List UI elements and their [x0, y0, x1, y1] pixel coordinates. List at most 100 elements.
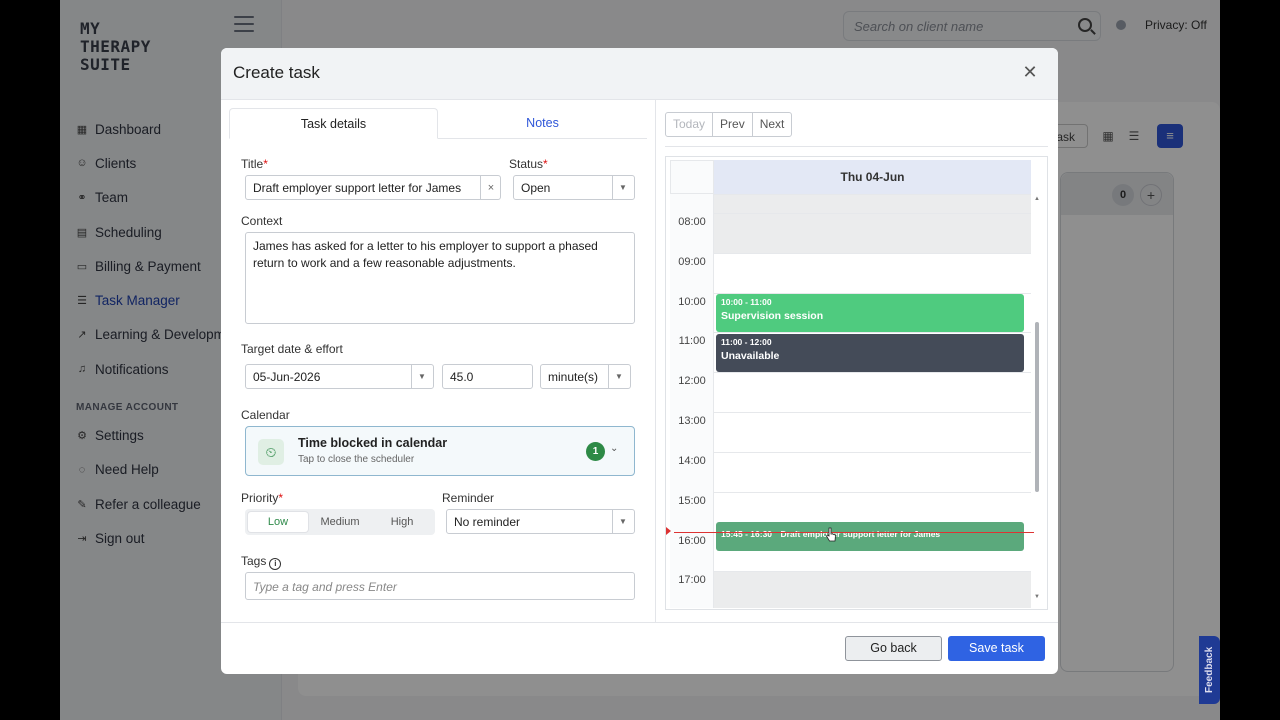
event-time: 10:00 - 11:00 [721, 297, 772, 307]
event-time: 15:45 - 16:30 [721, 529, 773, 539]
modal-title: Create task [233, 63, 320, 82]
event-name: Supervision session [721, 310, 824, 322]
context-label: Context [241, 214, 283, 228]
time-grid[interactable]: 08:00 09:00 10:00 11:00 12:00 13:00 14:0… [670, 194, 1034, 608]
scroll-down-icon[interactable]: ▼ [1034, 594, 1040, 600]
tags-label: Tags i [241, 554, 282, 570]
tags-label-text: Tags [241, 554, 267, 568]
scroll-up-icon[interactable]: ▲ [1034, 196, 1040, 202]
priority-segmented: Low Medium High [245, 509, 435, 535]
modal-tabs: Task details Notes [229, 108, 647, 139]
priority-label: Priority* [241, 491, 283, 505]
feedback-tab[interactable]: Feedback [1199, 636, 1220, 704]
required-marker: * [543, 157, 548, 171]
target-label: Target date & effort [241, 342, 343, 356]
time-slot[interactable] [714, 194, 1031, 213]
time-slot[interactable] [714, 412, 1031, 452]
calendar-scrollbar[interactable]: ▲ ▼ [1033, 194, 1041, 604]
status-select[interactable]: Open ▼ [513, 175, 635, 200]
modal-header: Create task ✕ [221, 48, 1058, 100]
chevron-down-icon: ▼ [418, 372, 426, 381]
reminder-label: Reminder [442, 491, 495, 505]
current-time-line [674, 532, 1034, 533]
chevron-down-icon: ▼ [619, 183, 627, 192]
title-label-text: Title [241, 157, 264, 171]
divider [665, 146, 1048, 147]
modal-footer: Go back Save task [221, 622, 1058, 674]
day-calendar: Thu 04-Jun 08:00 09:00 10:00 11:00 12:00… [665, 156, 1048, 610]
time-label: 17:00 [678, 574, 706, 586]
tags-input[interactable]: Type a tag and press Enter [245, 572, 635, 600]
calendar-clock-icon: ⏲ [258, 439, 284, 465]
priority-high[interactable]: High [372, 512, 432, 532]
time-label: 15:00 [678, 495, 706, 507]
scheduler-pane: Today Prev Next Thu 04-Jun 08:00 09:00 1… [656, 100, 1058, 622]
required-marker: * [263, 157, 268, 171]
chevron-down-icon: ▼ [615, 372, 623, 381]
required-marker: * [278, 491, 284, 505]
effort-unit-select[interactable]: minute(s) ▼ [540, 364, 631, 389]
target-date-picker[interactable]: 05-Jun-2026 ▼ [245, 364, 434, 389]
save-task-button[interactable]: Save task [948, 636, 1045, 661]
clear-icon[interactable]: × [480, 176, 502, 199]
time-label: 10:00 [678, 296, 706, 308]
calendar-event[interactable]: 10:00 - 11:00 Supervision session [716, 294, 1024, 332]
event-name: Draft employer support letter for James [780, 529, 941, 539]
info-icon[interactable]: i [269, 558, 282, 570]
time-slot[interactable] [714, 372, 1031, 412]
effort-value: 45.0 [450, 369, 474, 384]
today-button[interactable]: Today [665, 112, 714, 137]
calendar-event[interactable]: 11:00 - 12:00 Unavailable [716, 334, 1024, 372]
time-label: 12:00 [678, 375, 706, 387]
priority-medium[interactable]: Medium [310, 512, 370, 532]
task-details-pane: Task details Notes Title* Draft employer… [221, 100, 655, 622]
time-label: 11:00 [678, 335, 706, 347]
scrollbar-thumb[interactable] [1035, 322, 1039, 492]
time-slot[interactable] [714, 213, 1031, 253]
title-label: Title* [241, 157, 268, 171]
current-time-marker [666, 527, 671, 535]
reminder-select[interactable]: No reminder ▼ [446, 509, 635, 534]
close-icon[interactable]: ✕ [1022, 63, 1038, 81]
priority-label-text: Priority [241, 491, 279, 505]
time-label: 16:00 [678, 535, 706, 547]
day-header: Thu 04-Jun [714, 160, 1031, 194]
create-task-modal: Create task ✕ Task details Notes Title* … [221, 48, 1058, 674]
context-textarea[interactable]: James has asked for a letter to his empl… [245, 232, 635, 324]
calendar-block-title: Time blocked in calendar [298, 436, 448, 450]
calendar-count-badge: 1 [586, 442, 605, 461]
time-gutter-header [670, 160, 714, 194]
time-slot[interactable] [714, 452, 1031, 492]
time-slot[interactable] [714, 571, 1031, 608]
time-label: 08:00 [678, 216, 706, 228]
title-field[interactable]: Draft employer support letter for James … [245, 175, 501, 200]
event-time: 11:00 - 12:00 [721, 337, 772, 347]
chevron-down-icon[interactable]: ⌄ [610, 443, 618, 454]
time-label: 09:00 [678, 256, 706, 268]
calendar-block-toggle[interactable]: ⏲ Time blocked in calendar Tap to close … [245, 426, 635, 476]
tab-notes[interactable]: Notes [438, 108, 647, 139]
time-label: 14:00 [678, 455, 706, 467]
status-label: Status* [509, 157, 548, 171]
time-label: 13:00 [678, 415, 706, 427]
title-value: Draft employer support letter for James [253, 180, 462, 195]
mouse-cursor-icon [825, 527, 836, 542]
calendar-header: Thu 04-Jun [670, 160, 1031, 194]
calendar-label: Calendar [241, 408, 290, 422]
reminder-value: No reminder [454, 514, 521, 529]
tab-task-details[interactable]: Task details [229, 108, 438, 139]
target-date-value: 05-Jun-2026 [253, 369, 321, 384]
status-value: Open [521, 180, 551, 195]
chevron-down-icon: ▼ [619, 517, 627, 526]
calendar-block-subtitle: Tap to close the scheduler [298, 454, 415, 465]
priority-low[interactable]: Low [248, 512, 308, 532]
new-task-block[interactable]: 15:45 - 16:30 Draft employer support let… [716, 522, 1024, 551]
effort-unit-value: minute(s) [548, 369, 599, 384]
prev-button[interactable]: Prev [712, 112, 753, 137]
status-label-text: Status [509, 157, 544, 171]
next-button[interactable]: Next [751, 112, 793, 137]
event-name: Unavailable [721, 350, 780, 362]
effort-input[interactable]: 45.0 [442, 364, 533, 389]
time-slot[interactable] [714, 253, 1031, 293]
go-back-button[interactable]: Go back [845, 636, 942, 661]
